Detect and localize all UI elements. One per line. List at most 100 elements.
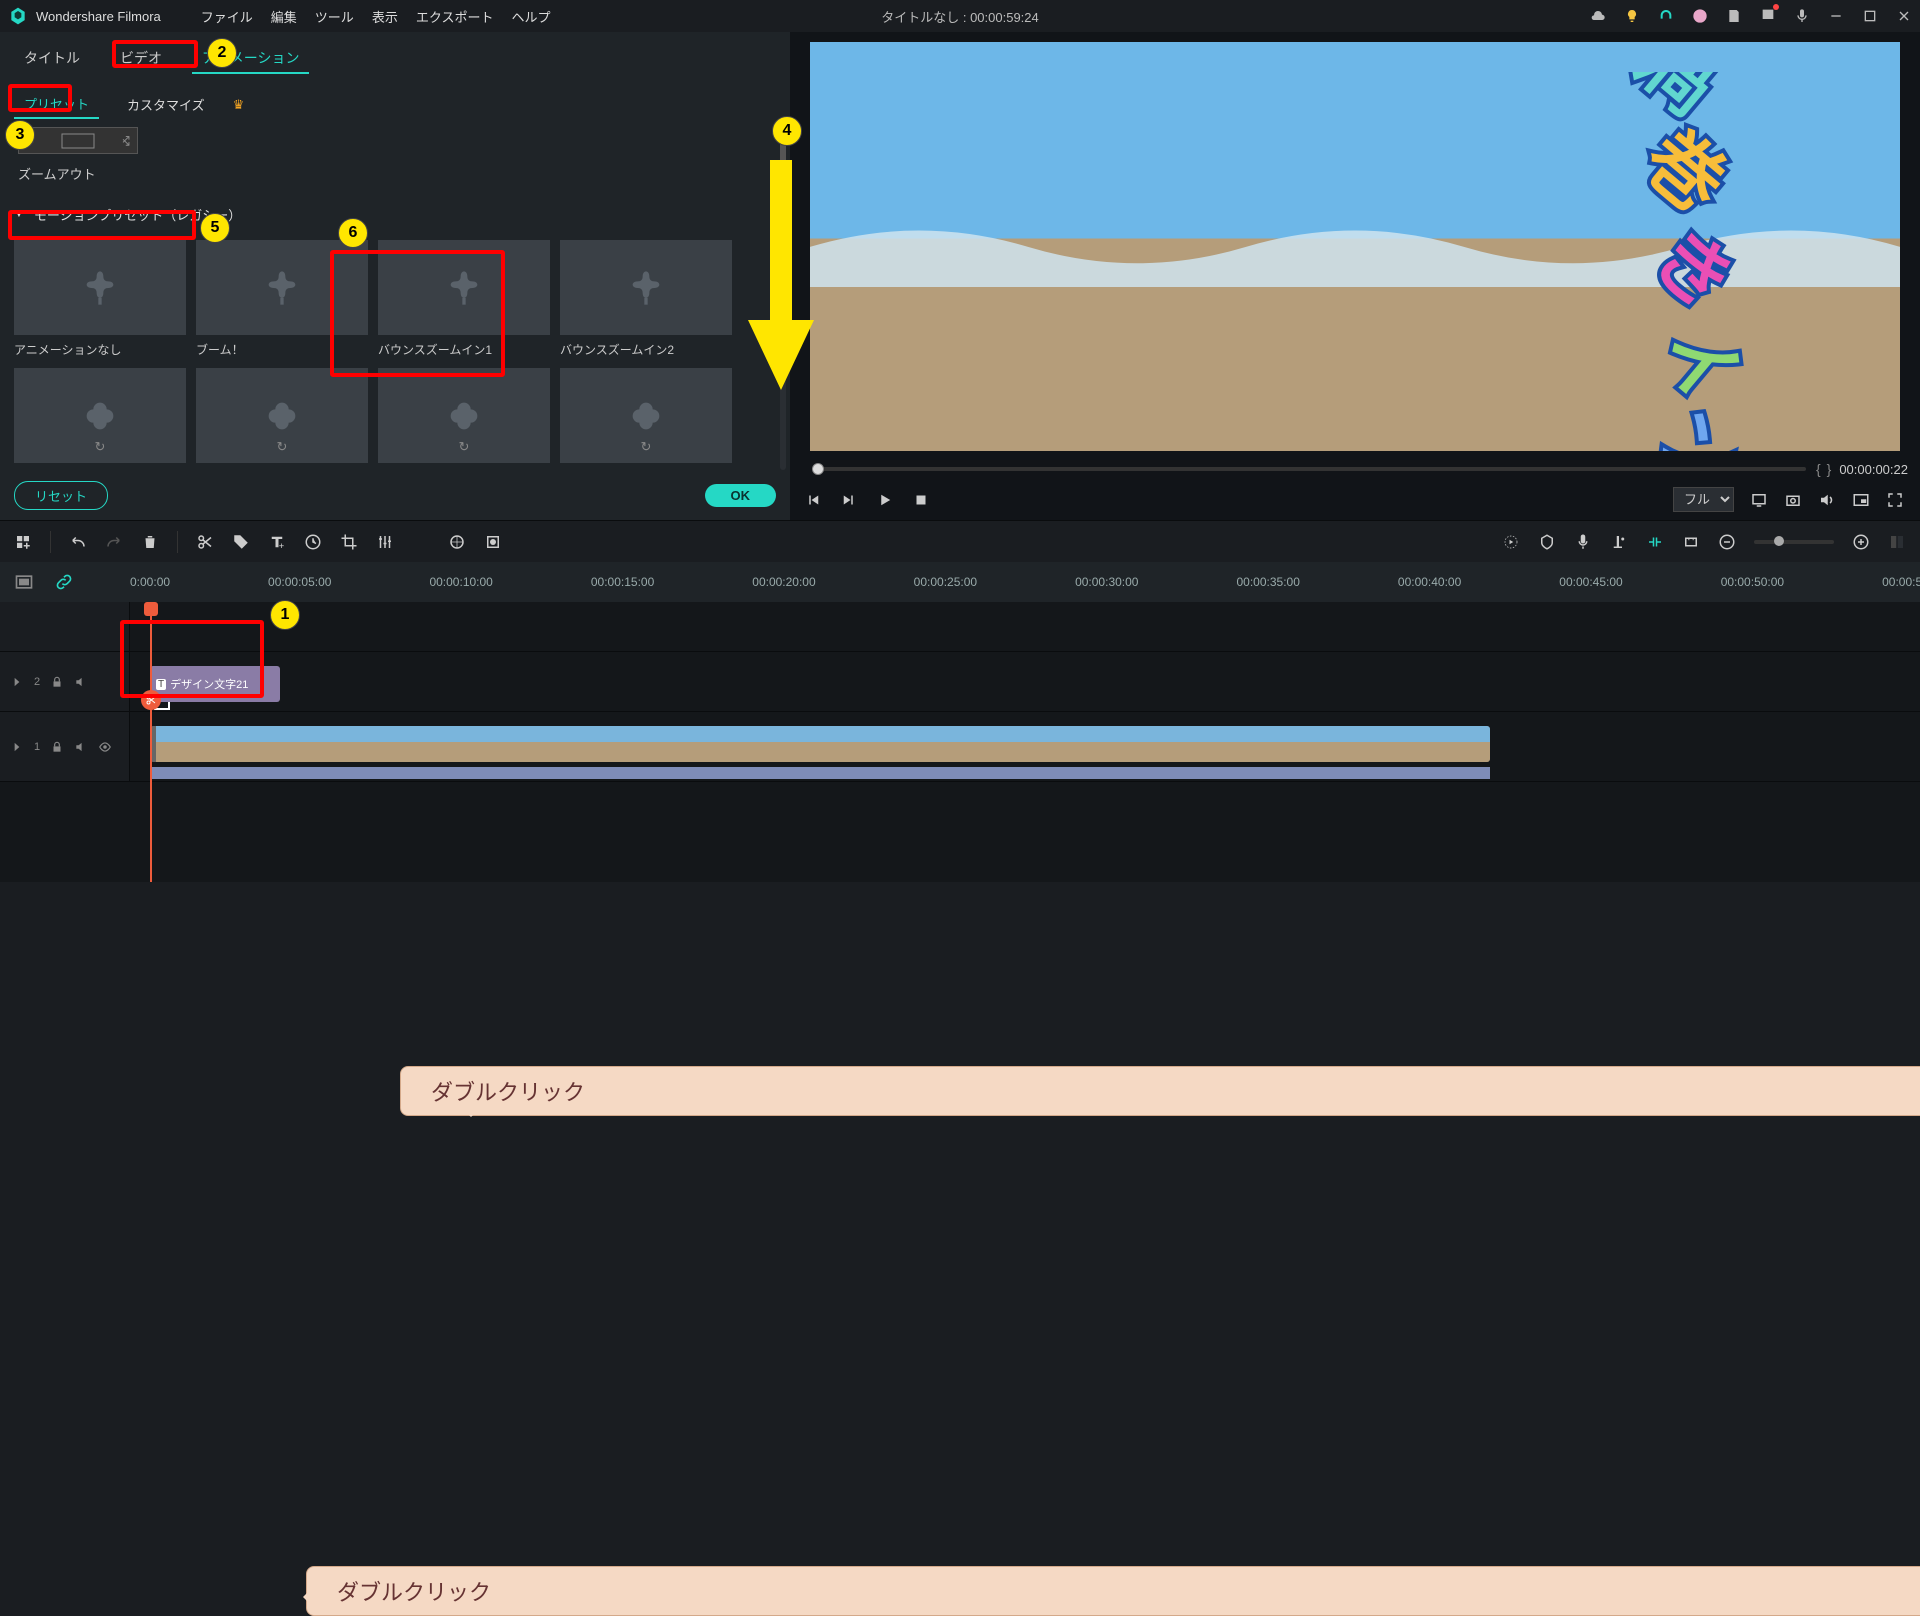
- mark-out-icon[interactable]: }: [1827, 461, 1832, 477]
- preset-row2-1[interactable]: ↻: [14, 368, 186, 463]
- text-format-icon[interactable]: [268, 533, 286, 551]
- link-icon[interactable]: [54, 572, 74, 592]
- play-icon[interactable]: [876, 491, 894, 509]
- category-motion-preset-legacy[interactable]: モーションプリセット（レガシー）: [14, 197, 776, 232]
- render-icon[interactable]: [1502, 533, 1520, 551]
- timeline-ruler[interactable]: 0:00:00 00:00:05:00 00:00:10:00 00:00:15…: [0, 562, 1920, 602]
- ruler-tick: 00:00:55:00: [1882, 575, 1920, 589]
- preview-seek-slider[interactable]: [812, 467, 1806, 471]
- voiceover-icon[interactable]: [1574, 533, 1592, 551]
- clip-video[interactable]: [150, 726, 1490, 762]
- panel-main-tabs: タイトル ビデオ アニメーション: [0, 32, 790, 74]
- clip-audio[interactable]: [150, 767, 1490, 779]
- add-clip-icon[interactable]: [14, 533, 32, 551]
- reset-button[interactable]: リセット: [14, 481, 108, 510]
- sub-tab-preset[interactable]: プリセット: [14, 90, 99, 119]
- sub-tab-customize[interactable]: カスタマイズ: [117, 91, 215, 118]
- redo-icon[interactable]: [105, 533, 123, 551]
- snap-icon[interactable]: [1682, 533, 1700, 551]
- menu-edit[interactable]: 編集: [271, 7, 297, 26]
- menu-help[interactable]: ヘルプ: [511, 7, 550, 26]
- cut-marker-icon[interactable]: [141, 690, 161, 710]
- titlebar-right: [1590, 7, 1912, 26]
- annotation-badge-6: 6: [338, 218, 368, 248]
- zoom-out-thumb[interactable]: ↖↗ ↙↘: [18, 127, 138, 154]
- preset-row2-4[interactable]: ↻: [560, 368, 732, 463]
- prev-frame-icon[interactable]: [804, 491, 822, 509]
- menu-view[interactable]: 表示: [372, 7, 398, 26]
- color-icon[interactable]: [448, 533, 466, 551]
- mute-icon[interactable]: [74, 740, 88, 754]
- tag-icon[interactable]: [232, 533, 250, 551]
- tab-video[interactable]: ビデオ: [110, 44, 172, 74]
- ok-button[interactable]: OK: [705, 484, 777, 507]
- ruler-tick: 00:00:40:00: [1398, 575, 1461, 589]
- stop-icon[interactable]: [912, 491, 930, 509]
- maximize-icon[interactable]: [1862, 8, 1878, 24]
- avatar-icon[interactable]: [1692, 8, 1708, 24]
- preset-bounce-zoom-in-1[interactable]: バウンスズームイン1: [378, 240, 550, 358]
- cloud-icon[interactable]: [1590, 8, 1606, 24]
- tab-title[interactable]: タイトル: [14, 44, 90, 74]
- zoom-slider[interactable]: [1754, 540, 1834, 544]
- adjust-icon[interactable]: [376, 533, 394, 551]
- timeline-toolbar: [0, 520, 1920, 562]
- lock-icon[interactable]: [50, 740, 64, 754]
- timeline-layout-icon[interactable]: [1888, 533, 1906, 551]
- track-content-2[interactable]: T デザイン文字21: [130, 652, 1920, 711]
- preset-boom[interactable]: ブーム！: [196, 240, 368, 358]
- menu-export[interactable]: エクスポート: [416, 7, 494, 26]
- preview-title-overlay: 渦 巻 き イ ン: [1520, 72, 1860, 451]
- lightbulb-icon[interactable]: [1624, 8, 1640, 24]
- mark-in-icon[interactable]: {: [1816, 461, 1821, 477]
- volume-icon[interactable]: [1818, 491, 1836, 509]
- mask-icon[interactable]: [484, 533, 502, 551]
- preset-none[interactable]: アニメーションなし: [14, 240, 186, 358]
- save-icon[interactable]: [1726, 8, 1742, 24]
- track-content-1[interactable]: [130, 712, 1920, 781]
- playback-controls: [790, 483, 944, 517]
- menu-file[interactable]: ファイル: [201, 7, 253, 26]
- screen-record-icon[interactable]: [1750, 491, 1768, 509]
- preset-row2-3[interactable]: ↻: [378, 368, 550, 463]
- playhead[interactable]: [150, 602, 152, 882]
- close-icon[interactable]: [1896, 8, 1912, 24]
- mute-icon[interactable]: [74, 675, 88, 689]
- preset-label: ブーム！: [196, 341, 368, 358]
- headset-icon[interactable]: [1658, 8, 1674, 24]
- ruler-tick: 00:00:10:00: [429, 575, 492, 589]
- audio-mixer-icon[interactable]: [1610, 533, 1628, 551]
- eye-icon[interactable]: [98, 740, 112, 754]
- snapshot-icon[interactable]: [1784, 491, 1802, 509]
- speed-icon[interactable]: [304, 533, 322, 551]
- marker-icon[interactable]: [1538, 533, 1556, 551]
- zoom-out-label: ズームアウト: [18, 164, 772, 183]
- delete-icon[interactable]: [141, 533, 159, 551]
- auto-ripple-icon[interactable]: [1646, 533, 1664, 551]
- undo-icon[interactable]: [69, 533, 87, 551]
- cut-icon[interactable]: [196, 533, 214, 551]
- ruler-tick: 00:00:25:00: [914, 575, 977, 589]
- annotation-badge-1: 1: [270, 600, 300, 630]
- menu-tool[interactable]: ツール: [315, 7, 354, 26]
- preset-bounce-zoom-in-2[interactable]: バウンスズームイン2: [560, 240, 732, 358]
- pip-icon[interactable]: [1852, 491, 1870, 509]
- preset-row2-2[interactable]: ↻: [196, 368, 368, 463]
- lock-icon[interactable]: [50, 675, 64, 689]
- resolution-dropdown[interactable]: フル: [1673, 487, 1734, 512]
- track-toggle-icon[interactable]: [10, 740, 24, 754]
- fullscreen-icon[interactable]: [1886, 491, 1904, 509]
- track-toggle-icon[interactable]: [10, 675, 24, 689]
- media-pool-icon[interactable]: [14, 572, 34, 592]
- project-title: タイトルなし : 00:00:59:24: [881, 7, 1039, 26]
- clip-title-text[interactable]: T デザイン文字21: [150, 666, 280, 702]
- zoom-out-icon[interactable]: [1718, 533, 1736, 551]
- voice-icon[interactable]: [412, 533, 430, 551]
- inbox-icon[interactable]: [1760, 7, 1776, 26]
- minimize-icon[interactable]: [1828, 8, 1844, 24]
- ruler-tick: 00:00:15:00: [591, 575, 654, 589]
- crop-icon[interactable]: [340, 533, 358, 551]
- zoom-in-icon[interactable]: [1852, 533, 1870, 551]
- next-frame-icon[interactable]: [840, 491, 858, 509]
- mic-icon[interactable]: [1794, 8, 1810, 24]
